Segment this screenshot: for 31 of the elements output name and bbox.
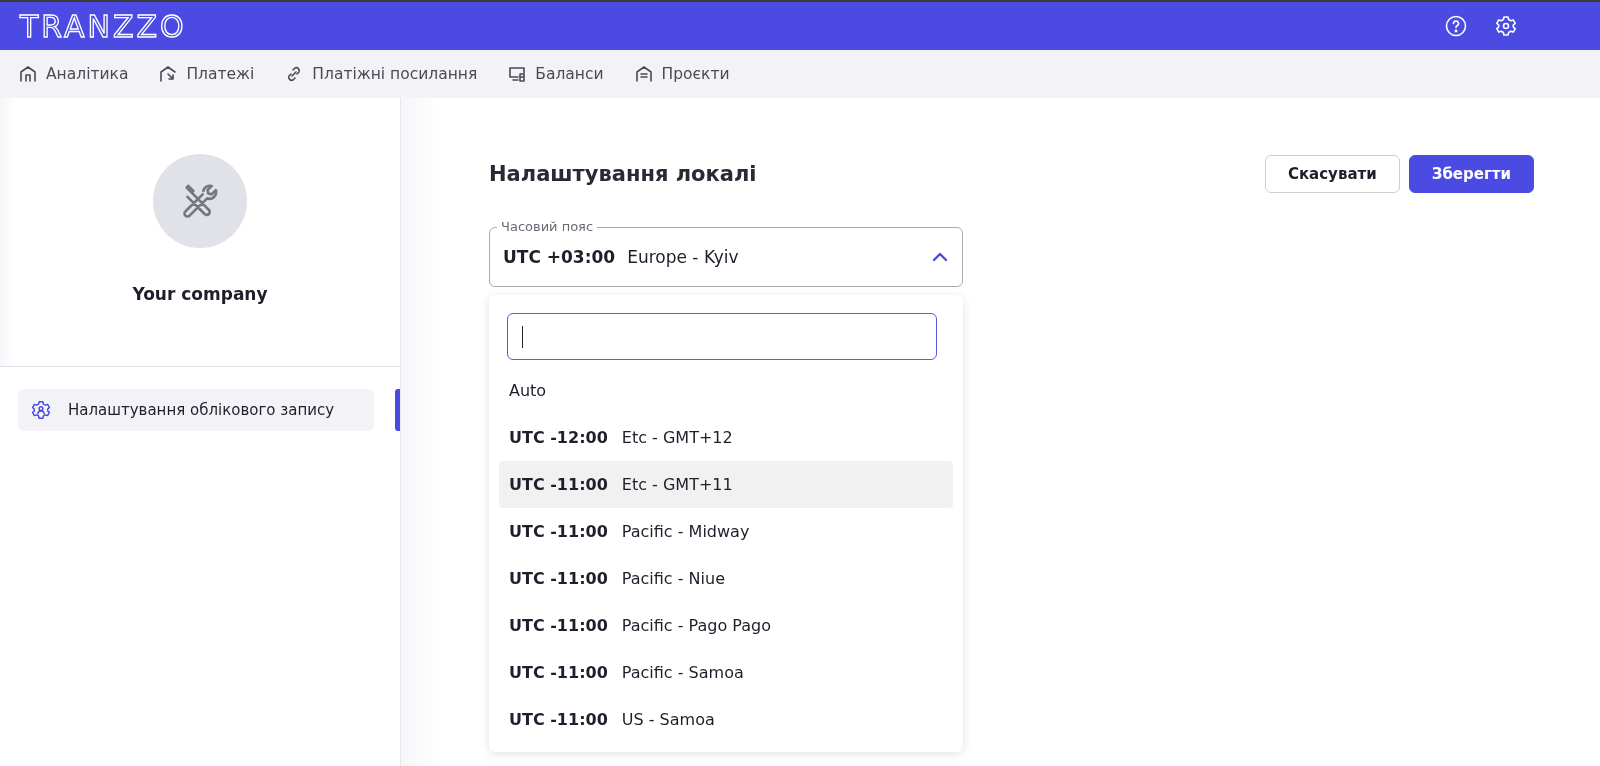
company-name: Your company — [132, 284, 268, 304]
nav-tab[interactable]: Платіжні посилання — [284, 64, 478, 84]
search-field[interactable] — [507, 313, 937, 360]
nav-tab[interactable]: Баланси — [507, 64, 604, 84]
house-lines-icon — [633, 64, 654, 84]
sidebar-item[interactable]: Налаштування облікового запису — [18, 389, 374, 431]
section-title: Налаштування локалі — [489, 162, 758, 186]
dropdown-option[interactable]: UTC -11:00 Pacific - Samoa — [499, 649, 953, 696]
house-icon — [18, 64, 38, 84]
user-gear-icon — [30, 399, 52, 421]
settings-icon[interactable] — [1494, 14, 1518, 38]
dropdown-option[interactable]: UTC -12:00 Etc - GMT+12 — [499, 414, 953, 461]
help-icon[interactable] — [1444, 14, 1468, 38]
timezone-select[interactable]: Часовий пояс UTC +03:00 Europe - Kyiv — [489, 217, 963, 287]
dropdown-option[interactable]: UTC -11:00 Pacific - Midway — [499, 508, 953, 555]
dropdown-option[interactable]: UTC -11:00 US - Samoa — [499, 696, 953, 743]
text-cursor — [522, 325, 523, 348]
nav-tab[interactable]: Проєкти — [633, 64, 730, 84]
nav-tab[interactable]: Аналітика — [18, 64, 129, 84]
nav-tab[interactable]: Платежі — [158, 64, 255, 84]
logo[interactable]: TRANZZO — [20, 8, 187, 44]
tools-icon — [180, 181, 220, 221]
monitor-icon — [507, 64, 528, 84]
dropdown-option[interactable]: Auto — [499, 367, 953, 414]
arrow-corner-icon — [158, 64, 179, 84]
active-indicator — [395, 389, 400, 431]
dropdown-option[interactable]: UTC -11:00 Pacific - Pago Pago — [499, 602, 953, 649]
dropdown-option[interactable]: UTC -11:00 Etc - GMT+11 — [499, 461, 953, 508]
dropdown-option[interactable]: UTC -11:00 Pacific - Niue — [499, 555, 953, 602]
save-button[interactable]: Зберегти — [1408, 155, 1534, 193]
cancel-button[interactable]: Скасувати — [1264, 155, 1400, 193]
